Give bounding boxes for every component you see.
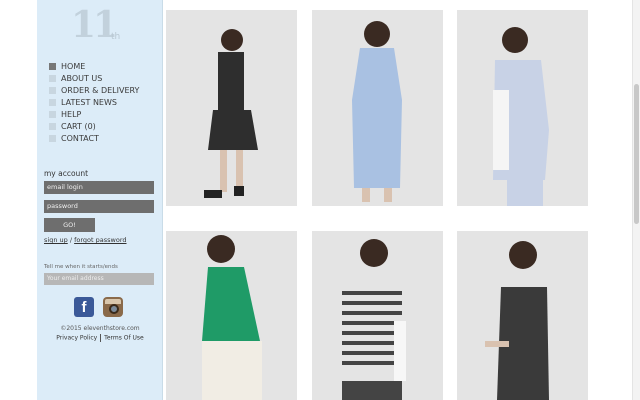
facebook-icon[interactable]: f [74, 297, 94, 317]
model-illustration [204, 29, 258, 198]
product-photo-striped-top[interactable] [312, 231, 443, 400]
nav-bullet-icon [49, 74, 56, 82]
copyright: ©2015 eleventhstore.com [60, 325, 140, 332]
forgot-password-link[interactable]: forgot password [74, 236, 126, 244]
model-illustration [342, 239, 406, 400]
nav-item-contact[interactable]: CONTACT [49, 132, 139, 144]
footer-divider [100, 334, 102, 342]
scrollbar-thumb[interactable] [634, 84, 639, 224]
nav-bullet-icon [49, 110, 56, 118]
nav-item-help[interactable]: HELP [49, 108, 139, 120]
instagram-icon[interactable] [103, 297, 123, 317]
nav-label: HOME [61, 61, 86, 71]
nav-label: LATEST NEWS [61, 97, 117, 107]
nav-label: ABOUT US [61, 73, 103, 83]
nav-bullet-icon [49, 98, 56, 106]
nav-bullet-icon [49, 62, 56, 70]
nav-item-latest-news[interactable]: LATEST NEWS [49, 96, 139, 108]
model-illustration [352, 21, 402, 202]
sidebar: 11 th HOME ABOUT US ORDER & DELIVERY LAT… [37, 0, 163, 400]
newsletter-label: Tell me when it starts/ends [44, 264, 118, 270]
nav-item-order-delivery[interactable]: ORDER & DELIVERY [49, 84, 139, 96]
nav-item-cart[interactable]: CART (0) [49, 120, 139, 132]
logo-mark: 11 [71, 4, 118, 46]
email-login-field[interactable]: email login [44, 181, 154, 194]
nav-item-home[interactable]: HOME [49, 60, 139, 72]
nav-bullet-icon [49, 86, 56, 94]
sign-up-link[interactable]: sign up [44, 236, 68, 244]
nav-label: CART (0) [61, 121, 96, 131]
nav-bullet-icon [49, 134, 56, 142]
model-illustration [485, 241, 549, 400]
social-links: f [74, 297, 123, 317]
logo-suffix: th [111, 32, 121, 42]
model-illustration [493, 27, 549, 206]
main-nav: HOME ABOUT US ORDER & DELIVERY LATEST NE… [49, 60, 139, 144]
terms-of-use-link[interactable]: Terms Of Use [104, 335, 144, 342]
go-button[interactable]: GO! [44, 218, 95, 232]
nav-bullet-icon [49, 122, 56, 130]
link-separator: / [69, 236, 73, 244]
nav-label: HELP [61, 109, 82, 119]
password-field[interactable]: password [44, 200, 154, 213]
account-links: sign up / forgot password [44, 236, 127, 244]
page-scrollbar[interactable] [632, 0, 640, 400]
product-photo-black-dress[interactable] [166, 10, 297, 206]
product-photo-black-top[interactable] [457, 231, 588, 400]
nav-item-about-us[interactable]: ABOUT US [49, 72, 139, 84]
model-illustration [202, 235, 262, 400]
product-photo-blue-dress[interactable] [312, 10, 443, 206]
newsletter-email-field[interactable]: Your email address [44, 273, 154, 285]
nav-label: CONTACT [61, 133, 99, 143]
policy-links: Privacy Policy Terms Of Use [37, 334, 163, 342]
product-photo-striped-shirt[interactable] [457, 10, 588, 206]
my-account-heading: my account [44, 169, 89, 178]
product-photo-green-top[interactable] [166, 231, 297, 400]
eleventh-logo[interactable]: 11 th [71, 4, 127, 46]
privacy-policy-link[interactable]: Privacy Policy [56, 335, 97, 342]
nav-label: ORDER & DELIVERY [61, 85, 140, 95]
